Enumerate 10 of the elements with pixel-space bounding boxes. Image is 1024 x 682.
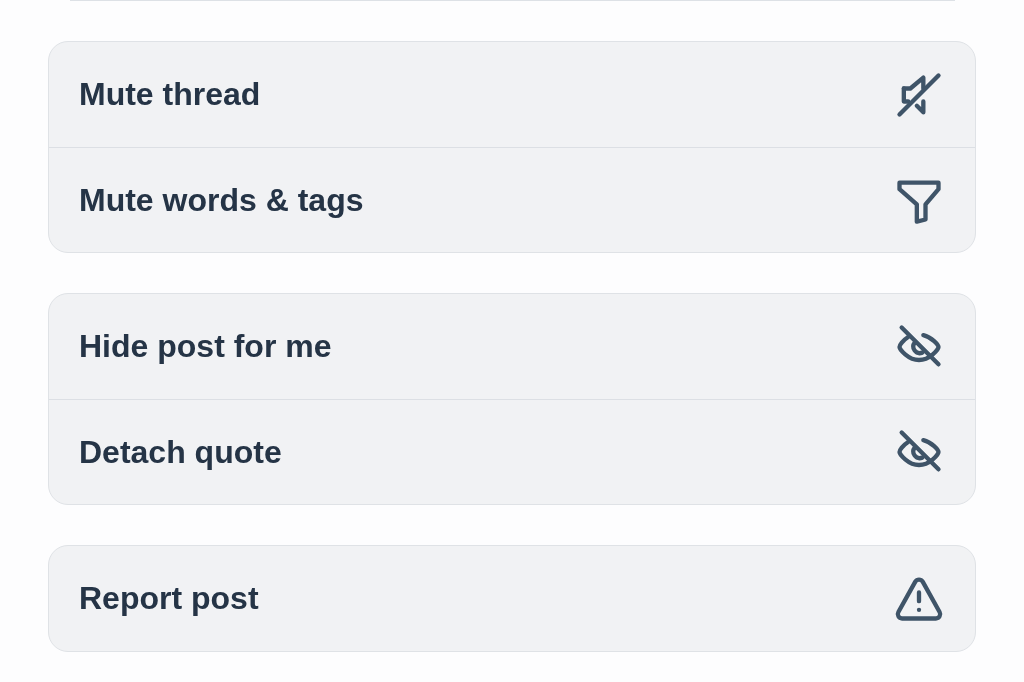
menu-item-label: Mute words & tags	[79, 181, 364, 219]
menu-item[interactable]: Report post	[49, 546, 975, 651]
menu-item[interactable]: Hide post for me	[49, 294, 975, 399]
menu-item-label: Hide post for me	[79, 328, 332, 365]
menu-item-label: Mute thread	[79, 76, 261, 113]
menu-item[interactable]: Mute thread	[49, 42, 975, 147]
menu-item-label: Report post	[79, 580, 259, 617]
menu-item[interactable]: Mute words & tags	[49, 147, 975, 252]
menu-item[interactable]: Detach quote	[49, 399, 975, 504]
menu-item-label: Detach quote	[79, 433, 282, 471]
